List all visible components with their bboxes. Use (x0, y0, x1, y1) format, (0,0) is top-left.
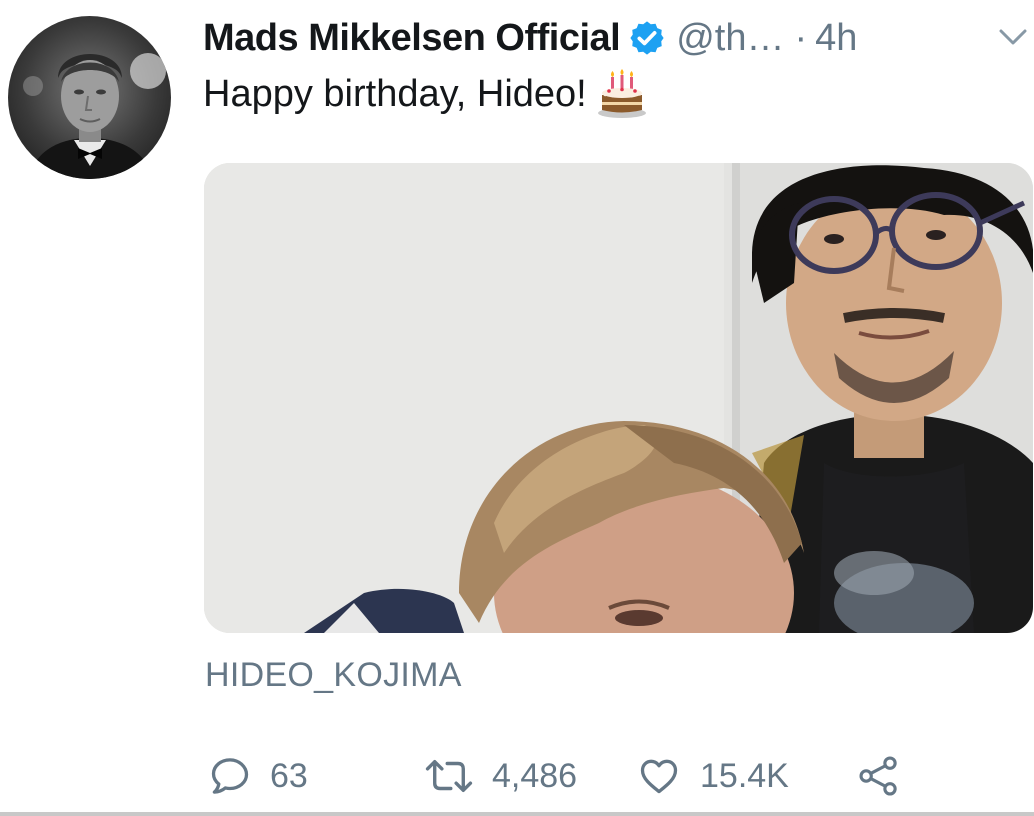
separator-dot: · (794, 16, 808, 59)
reply-icon (211, 758, 249, 794)
photo-illustration (204, 163, 1033, 633)
like-icon (640, 759, 678, 794)
retweet-button[interactable]: 4,486 (424, 748, 577, 804)
retweet-count: 4,486 (492, 756, 578, 795)
tweet-timestamp[interactable]: 4h (815, 17, 857, 60)
share-icon (859, 756, 897, 796)
divider (0, 812, 1034, 816)
reply-button[interactable]: 63 (208, 748, 308, 804)
author-handle[interactable]: @th… (676, 17, 784, 60)
share-button[interactable] (856, 748, 902, 804)
like-button[interactable]: 15.4K (636, 748, 789, 804)
tweet-text: Happy birthday, Hideo! (203, 72, 587, 115)
tweet-header: Mads Mikkelsen Official @th… · 4h (203, 10, 1033, 66)
author-display-name[interactable]: Mads Mikkelsen Official (203, 17, 621, 60)
avatar-photo (23, 53, 166, 179)
tweet-actions: 63 4,486 15.4K (208, 748, 1028, 804)
chevron-down-icon[interactable] (996, 22, 1030, 52)
like-count: 15.4K (700, 756, 789, 795)
birthday-cake-icon (597, 69, 646, 118)
tweet-text-row: Happy birthday, Hideo! (203, 66, 647, 122)
avatar[interactable] (8, 16, 171, 179)
media-credit[interactable]: HIDEO_KOJIMA (205, 656, 462, 695)
tweet-media-photo[interactable] (204, 163, 1033, 633)
reply-count: 63 (270, 756, 308, 795)
retweet-icon (425, 760, 473, 792)
verified-badge-icon (630, 21, 664, 55)
